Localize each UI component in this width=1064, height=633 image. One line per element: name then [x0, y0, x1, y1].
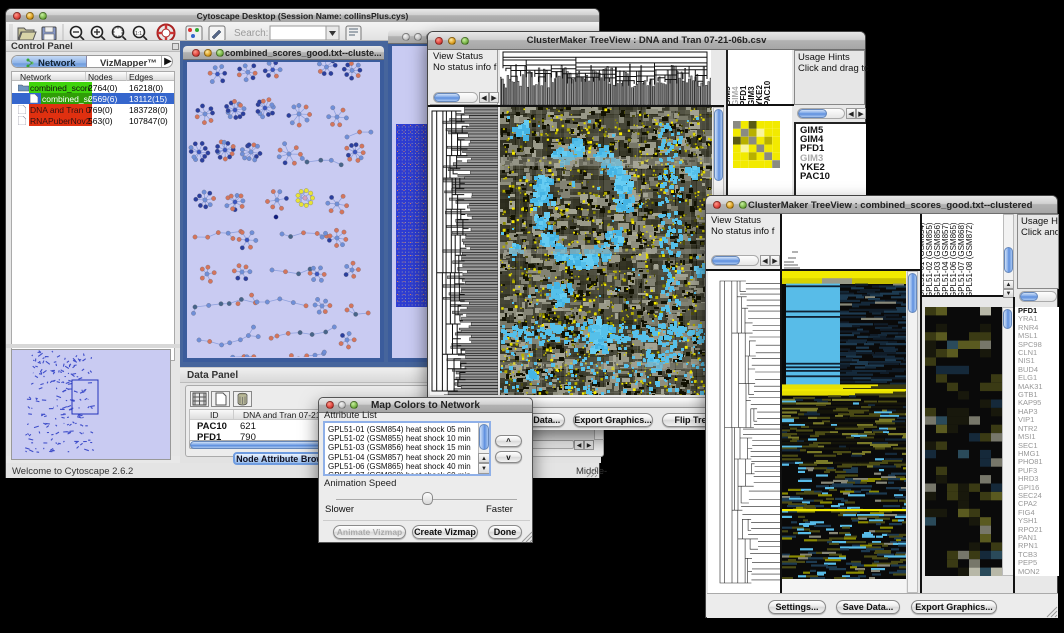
svg-text:Search:: Search: [234, 28, 268, 39]
svg-text:1:1: 1:1 [135, 31, 142, 37]
